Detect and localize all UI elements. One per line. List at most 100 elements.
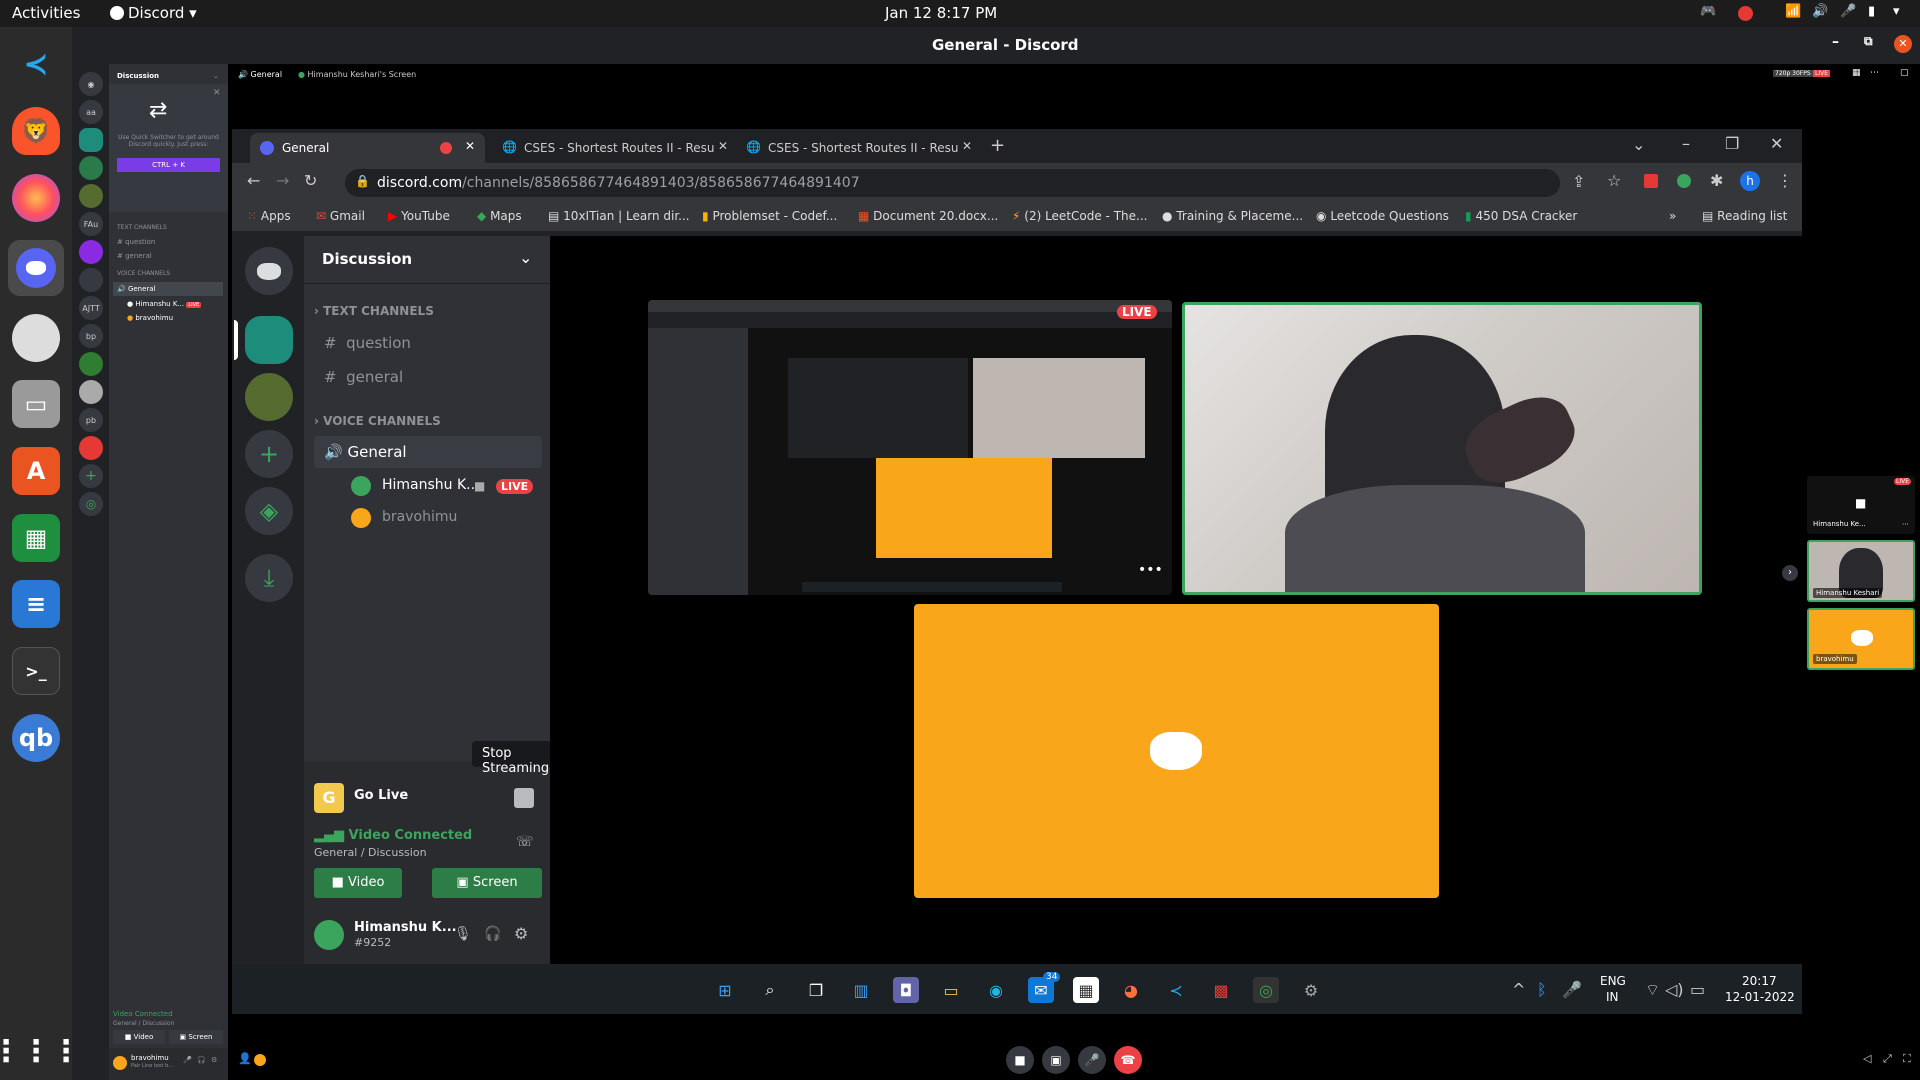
bluetooth-icon[interactable]: ᛒ bbox=[1537, 980, 1547, 999]
outer-voice-channel-general[interactable]: 🔊 General bbox=[113, 282, 223, 296]
settings-gear-icon[interactable] bbox=[12, 314, 60, 362]
screen-share-toggle-button[interactable]: ▣ bbox=[1042, 1046, 1070, 1074]
reading-list[interactable]: ▤ Reading list bbox=[1702, 209, 1787, 223]
outer-channel-question[interactable]: # question bbox=[117, 238, 155, 246]
add-person-icon[interactable]: 👤 bbox=[238, 1052, 252, 1065]
back-icon[interactable]: ← bbox=[247, 171, 260, 190]
volume-icon[interactable]: ◁ bbox=[1863, 1052, 1871, 1065]
close-icon[interactable]: ✕ bbox=[1770, 134, 1783, 153]
server-icon[interactable] bbox=[245, 373, 293, 421]
headset-icon[interactable]: 🎧 bbox=[484, 926, 501, 942]
firefox-icon[interactable] bbox=[12, 174, 60, 222]
tab-search-icon[interactable]: ⌄ bbox=[1632, 135, 1645, 154]
avatar[interactable] bbox=[351, 476, 371, 496]
popout-icon[interactable]: ⤢ bbox=[1883, 1052, 1892, 1066]
screen-button[interactable]: ▣ Screen bbox=[432, 868, 542, 898]
outer-server-icon[interactable]: AJTT bbox=[79, 296, 103, 320]
close-tab-icon[interactable]: ✕ bbox=[958, 139, 973, 153]
do-not-disturb-icon[interactable] bbox=[1738, 6, 1753, 21]
outer-voice-channels-header[interactable]: VOICE CHANNELS bbox=[117, 270, 170, 277]
teams-chat-icon[interactable]: ◘ bbox=[893, 977, 919, 1003]
bookmark-youtube[interactable]: ▶ YouTube bbox=[388, 209, 450, 223]
stop-streaming-button[interactable] bbox=[514, 788, 534, 808]
add-server-icon[interactable]: + bbox=[79, 464, 103, 488]
outer-server-discussion-icon[interactable] bbox=[79, 128, 103, 152]
puzzle-icon[interactable]: ✱ bbox=[1710, 171, 1723, 190]
video-button[interactable]: ■ Video bbox=[314, 868, 402, 898]
files-icon[interactable]: ▭ bbox=[12, 380, 60, 428]
spreadsheet-icon[interactable]: ▦ bbox=[12, 514, 60, 562]
taskbar-time[interactable]: 20:17 bbox=[1742, 974, 1777, 988]
screen-share-tile[interactable]: LIVE ••• bbox=[648, 300, 1172, 595]
bookmark-gmail[interactable]: ✉ Gmail bbox=[316, 209, 365, 223]
mic-icon[interactable]: 🎤 bbox=[1562, 980, 1582, 999]
gear-icon[interactable]: ⚙ bbox=[211, 1056, 217, 1064]
add-server-icon[interactable]: + bbox=[245, 430, 293, 478]
voice-channels-header[interactable]: › VOICE CHANNELS bbox=[314, 414, 441, 428]
outer-server-icon[interactable]: pb bbox=[79, 408, 103, 432]
chrome-tab[interactable]: 🌐 CSES - Shortest Routes II - Result ✕ bbox=[492, 133, 732, 163]
share-icon[interactable]: ⇪ bbox=[1572, 172, 1585, 191]
more-options-icon[interactable]: ⋯ bbox=[1902, 520, 1909, 528]
outer-video-button[interactable]: ■ Video bbox=[113, 1030, 165, 1044]
minimize-icon[interactable]: – bbox=[1682, 134, 1690, 153]
close-tab-icon[interactable]: ✕ bbox=[465, 139, 475, 153]
bookmark[interactable]: ● Training & Placeme... bbox=[1162, 209, 1303, 223]
disconnect-button[interactable]: ☎ bbox=[1114, 1046, 1142, 1074]
avatar[interactable] bbox=[314, 920, 344, 950]
home-icon[interactable] bbox=[245, 247, 293, 295]
language-top[interactable]: ENG bbox=[1600, 974, 1626, 988]
camera-tile-himanshu[interactable] bbox=[1182, 302, 1702, 595]
outer-text-channels-header[interactable]: TEXT CHANNELS bbox=[117, 224, 167, 231]
voice-user-himanshu[interactable]: Himanshu K... bbox=[382, 477, 480, 493]
outer-server-icon[interactable]: bp bbox=[79, 324, 103, 348]
grid-layout-icon[interactable]: ▦ bbox=[1852, 68, 1861, 78]
bookmark[interactable]: ▦ Document 20.docx... bbox=[858, 209, 998, 223]
app-menu[interactable]: Discord ▾ bbox=[110, 4, 197, 22]
restore-icon[interactable]: ❐ bbox=[1725, 134, 1739, 153]
server-discussion-icon[interactable] bbox=[245, 316, 293, 364]
voice-channel-general[interactable]: 🔊 General bbox=[314, 436, 542, 468]
video-connected-status[interactable]: ▂▄▆ Video Connected bbox=[314, 828, 472, 843]
chrome-tab[interactable]: 🌐 CSES - Shortest Routes II - Result ✕ bbox=[736, 133, 976, 163]
close-icon[interactable]: ✕ bbox=[1894, 35, 1912, 53]
quick-switcher-shortcut[interactable]: CTRL + K bbox=[117, 158, 220, 172]
forward-icon[interactable]: → bbox=[276, 171, 289, 190]
camera-toggle-button[interactable]: ■ bbox=[1006, 1046, 1034, 1074]
close-icon[interactable]: ✕ bbox=[213, 88, 221, 98]
chevron-down-icon[interactable]: ⌄ bbox=[213, 72, 219, 80]
terminal-icon[interactable]: >_ bbox=[12, 647, 60, 695]
battery-icon[interactable]: ▭ bbox=[1690, 980, 1705, 999]
new-tab-button[interactable]: + bbox=[990, 135, 1005, 156]
bookmark[interactable]: ◉ Leetcode Questions bbox=[1316, 209, 1449, 223]
more-options-icon[interactable]: ••• bbox=[1138, 562, 1163, 578]
outer-server-name[interactable]: Discussion bbox=[117, 72, 159, 80]
participant-tile-himanshu[interactable]: Himanshu Keshari bbox=[1807, 540, 1915, 602]
outer-server-icon[interactable] bbox=[79, 268, 103, 292]
minimize-icon[interactable]: – bbox=[1832, 34, 1839, 50]
colorful-app-icon[interactable]: ▩ bbox=[1208, 977, 1234, 1003]
outer-server-icon[interactable] bbox=[79, 380, 103, 404]
kebab-menu-icon[interactable]: ⋮ bbox=[1777, 171, 1793, 190]
outer-server-icon[interactable] bbox=[79, 156, 103, 180]
mic-icon[interactable]: 🎙 bbox=[454, 926, 472, 942]
outer-home-icon[interactable]: ◉ bbox=[79, 72, 103, 96]
battery-icon[interactable]: ▮ bbox=[1868, 4, 1875, 19]
bookmark-star-icon[interactable]: ☆ bbox=[1607, 171, 1621, 190]
system-menu-chevron-icon[interactable]: ▾ bbox=[1893, 4, 1900, 19]
download-icon[interactable]: ⤓ bbox=[245, 554, 293, 602]
outer-channel-general[interactable]: # general bbox=[117, 252, 152, 260]
extension-icon[interactable] bbox=[1644, 174, 1658, 188]
bookmark[interactable]: ▮ Problemset - Codef... bbox=[702, 209, 837, 223]
volume-icon[interactable]: 🔊 bbox=[1812, 4, 1828, 19]
vscode-icon[interactable]: ≺ bbox=[1163, 977, 1189, 1003]
bookmark[interactable]: ▤ 10xITian | Learn dir... bbox=[548, 209, 690, 223]
activity-icon[interactable] bbox=[254, 1054, 266, 1066]
vscode-icon[interactable]: ≺ bbox=[12, 40, 60, 88]
outer-voice-user[interactable]: ● bravohimu bbox=[127, 314, 173, 322]
search-icon[interactable]: ⌕ bbox=[757, 977, 783, 1003]
firefox-icon[interactable]: ◕ bbox=[1118, 977, 1144, 1003]
participant-tile-bravohimu[interactable]: bravohimu bbox=[1807, 608, 1915, 670]
outer-server-icon[interactable] bbox=[79, 352, 103, 376]
extension-icon[interactable] bbox=[1677, 174, 1691, 188]
